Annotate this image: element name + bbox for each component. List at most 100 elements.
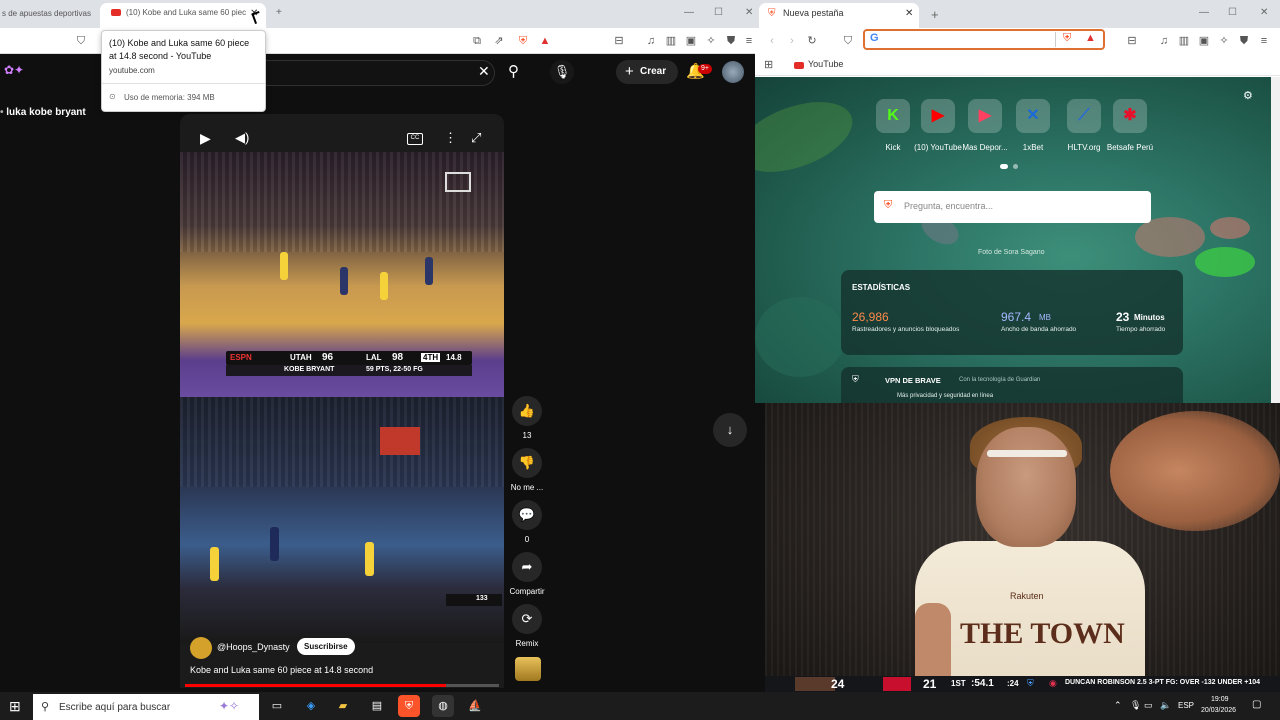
tab-close-icon[interactable]: ✕ bbox=[905, 4, 913, 24]
reader-icon[interactable]: ⊟ bbox=[612, 34, 626, 48]
music-icon[interactable]: ♫ bbox=[644, 34, 658, 48]
install-icon[interactable]: ⧉ bbox=[470, 34, 484, 48]
next-video-button[interactable]: ↓ bbox=[713, 413, 747, 447]
tab-inactive[interactable]: s de apuestas deportivas bbox=[0, 4, 100, 28]
sidebar-icon[interactable]: ▥ bbox=[1177, 34, 1191, 48]
bookmark-icon[interactable]: ⛉ bbox=[841, 34, 855, 48]
subscribe-button[interactable]: Suscribirse bbox=[297, 638, 355, 655]
shorts-video-player[interactable]: ESPN UTAH 96 LAL 98 4TH 14.8 KOBE BRYANT… bbox=[180, 114, 504, 688]
reader-icon[interactable]: ⊟ bbox=[1125, 34, 1139, 48]
apps-grid-icon[interactable]: ⊞ bbox=[764, 58, 773, 71]
dislike-button[interactable]: 👎 bbox=[512, 448, 542, 478]
settings-gear-icon[interactable]: ⚙ bbox=[1243, 89, 1253, 102]
app-taskbar-icon[interactable]: ◍ bbox=[432, 695, 454, 717]
steam-icon[interactable]: ⛵ bbox=[464, 695, 486, 717]
shield-icon: ⛨ bbox=[852, 374, 859, 384]
volume-tray-icon[interactable]: 🔈 bbox=[1160, 700, 1171, 711]
clock-time[interactable]: 19:09 bbox=[1211, 696, 1229, 703]
shortcut-tile[interactable]: ▶ bbox=[921, 99, 955, 133]
bookmarks-bar: ⊞ YouTube bbox=[755, 54, 1280, 76]
wallet-icon[interactable]: ▣ bbox=[684, 34, 698, 48]
channel-name[interactable]: @Hoops_Dynasty bbox=[217, 642, 290, 652]
leo-icon[interactable]: ✧ bbox=[1217, 34, 1231, 48]
blurred-hand bbox=[1110, 411, 1280, 531]
bookmark-youtube[interactable]: YouTube bbox=[808, 59, 843, 69]
brave-shield-icon[interactable]: ⛨ bbox=[1063, 32, 1071, 45]
volume-icon[interactable]: ◀) bbox=[235, 130, 249, 146]
menu-icon[interactable]: ≡ bbox=[742, 34, 755, 48]
mic-tray-icon[interactable]: 🎙 bbox=[1130, 700, 1141, 711]
windows-start-icon[interactable]: ⊞ bbox=[9, 698, 21, 715]
doodle-icon[interactable]: ✿✦ bbox=[4, 63, 40, 79]
left-browser-window: s de apuestas deportivas (10) Kobe and L… bbox=[0, 0, 755, 692]
search-input[interactable] bbox=[265, 60, 495, 86]
pager-dot-active[interactable] bbox=[1000, 164, 1008, 169]
menu-icon[interactable]: ≡ bbox=[1257, 34, 1271, 48]
brave-rewards-icon[interactable]: ▲ bbox=[538, 34, 552, 48]
sidebar-icon[interactable]: ▥ bbox=[664, 34, 678, 48]
like-button[interactable]: 👍 bbox=[512, 396, 542, 426]
pager-dot[interactable] bbox=[1013, 164, 1018, 169]
clear-search-icon[interactable]: ✕ bbox=[478, 63, 490, 80]
more-options-icon[interactable]: ⋮ bbox=[444, 130, 457, 146]
new-tab-icon[interactable]: + bbox=[931, 7, 939, 22]
taskbar-search-input[interactable]: ⚲ Escribe aquí para buscar ✦✧ bbox=[33, 694, 259, 720]
vpn-icon[interactable]: ⛊ bbox=[1237, 34, 1251, 48]
shortcut-tile[interactable]: ✕ bbox=[1016, 99, 1050, 133]
language-indicator[interactable]: ESP bbox=[1178, 701, 1194, 710]
fullscreen-icon[interactable]: ⤢ bbox=[471, 130, 481, 146]
tab-active[interactable]: (10) Kobe and Luka same 60 piec ✕ bbox=[100, 3, 266, 28]
vpn-widget[interactable]: ⛨ VPN DE BRAVE Con la tecnología de Guar… bbox=[841, 367, 1183, 403]
minimize-icon[interactable]: — bbox=[684, 7, 694, 18]
clock-date[interactable]: 20/03/2026 bbox=[1201, 707, 1236, 714]
sound-thumbnail[interactable] bbox=[515, 657, 541, 681]
create-button[interactable]: + Crear bbox=[616, 60, 678, 84]
comments-button[interactable]: 💬 bbox=[512, 500, 542, 530]
battery-icon[interactable]: ▭ bbox=[1144, 700, 1153, 711]
tab-new-tab[interactable]: ⛨ Nueva pestaña ✕ bbox=[759, 3, 919, 28]
shortcut-tile[interactable]: K bbox=[876, 99, 910, 133]
close-window-icon[interactable]: ✕ bbox=[1260, 7, 1268, 18]
remix-button[interactable]: ⟳ bbox=[512, 604, 542, 634]
scrollbar[interactable] bbox=[1271, 77, 1280, 403]
captions-icon[interactable]: CC bbox=[407, 133, 423, 145]
wallet-icon[interactable]: ▣ bbox=[1197, 34, 1211, 48]
new-tab-icon[interactable]: + bbox=[276, 7, 282, 18]
play-icon[interactable]: ▶ bbox=[200, 130, 211, 147]
minimize-icon[interactable]: — bbox=[1199, 7, 1209, 18]
close-window-icon[interactable]: ✕ bbox=[745, 7, 753, 18]
notifications-icon[interactable]: ▢ bbox=[1252, 699, 1261, 710]
brave-shield-icon[interactable]: ⛨ bbox=[516, 34, 530, 48]
tray-chevron-icon[interactable]: ⌃ bbox=[1114, 700, 1122, 711]
shortcut-tile[interactable]: ▶ bbox=[968, 99, 1002, 133]
leo-icon[interactable]: ✧ bbox=[704, 34, 718, 48]
shortcut-tile[interactable]: ✱ bbox=[1113, 99, 1147, 133]
shortcut-tile[interactable]: ⟋ bbox=[1067, 99, 1101, 133]
player bbox=[380, 272, 388, 300]
share-button[interactable]: ➦ bbox=[512, 552, 542, 582]
maximize-icon[interactable]: ☐ bbox=[714, 7, 723, 18]
maximize-icon[interactable]: ☐ bbox=[1228, 7, 1237, 18]
bookmark-icon[interactable]: ⛉ bbox=[74, 34, 88, 48]
copilot-icon[interactable]: ◈ bbox=[300, 695, 322, 717]
brave-taskbar-icon[interactable]: ⛨ bbox=[398, 695, 420, 717]
search-icon[interactable]: ⚲ bbox=[508, 62, 519, 80]
address-bar[interactable]: G ⛨ ▲ bbox=[863, 29, 1105, 50]
mic-icon[interactable]: 🎙 bbox=[550, 60, 574, 84]
back-icon[interactable]: ‹ bbox=[765, 34, 779, 48]
ntp-search-input[interactable]: ⛨ Pregunta, encuentra... bbox=[874, 191, 1151, 223]
search-highlight-icon: ✦✧ bbox=[219, 699, 240, 713]
channel-avatar[interactable] bbox=[190, 637, 212, 659]
photo-credit[interactable]: Foto de Sora Sagano bbox=[978, 249, 1045, 256]
forward-icon[interactable]: › bbox=[785, 34, 799, 48]
video-title: Kobe and Luka same 60 piece at 14.8 seco… bbox=[190, 665, 374, 675]
music-icon[interactable]: ♫ bbox=[1157, 34, 1171, 48]
avatar[interactable] bbox=[722, 61, 744, 83]
store-icon[interactable]: ▤ bbox=[366, 695, 388, 717]
share-icon[interactable]: ⇗ bbox=[492, 34, 506, 48]
file-explorer-icon[interactable]: ▰ bbox=[332, 695, 354, 717]
brave-rewards-icon[interactable]: ▲ bbox=[1085, 32, 1096, 44]
task-view-icon[interactable]: ▭ bbox=[266, 695, 288, 717]
vpn-icon[interactable]: ⛊ bbox=[724, 34, 738, 48]
reload-icon[interactable]: ↻ bbox=[805, 34, 819, 48]
